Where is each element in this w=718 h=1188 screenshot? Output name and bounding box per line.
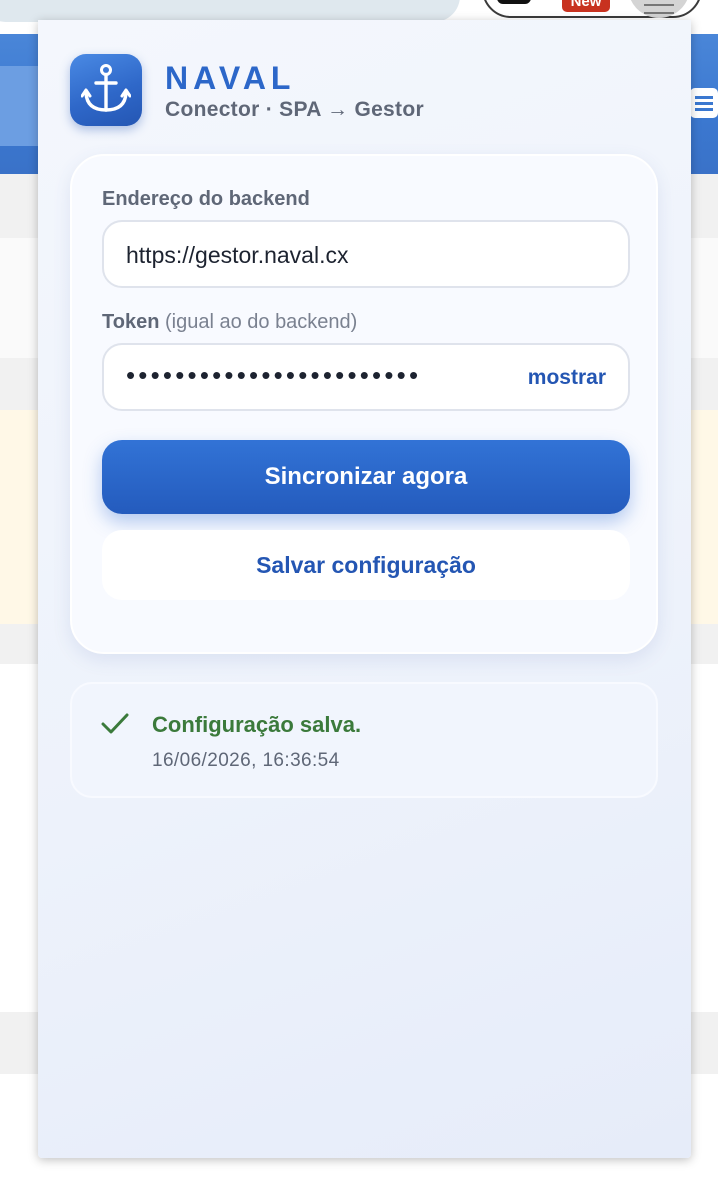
status-timestamp: 16/06/2026, 16:36:54 — [152, 750, 340, 771]
popup-header: NAVAL Conector · SPA → Gestor — [70, 54, 630, 126]
backend-url-input[interactable]: https://gestor.naval.cx — [102, 220, 630, 288]
check-icon — [100, 712, 130, 741]
list-icon[interactable] — [690, 88, 718, 118]
address-bar[interactable] — [0, 0, 460, 22]
extension-popup: NAVAL Conector · SPA → Gestor Endereço d… — [38, 20, 691, 1158]
backend-label: Endereço do backend — [102, 188, 310, 210]
token-label: Token (igual ao do backend) — [102, 311, 357, 334]
token-label-text: Token — [102, 311, 160, 333]
status-panel: Configuração salva. 16/06/2026, 16:36:54 — [70, 682, 658, 798]
extension-icon[interactable] — [497, 0, 531, 4]
show-token-toggle[interactable]: mostrar — [528, 366, 606, 390]
anchor-icon — [70, 54, 142, 126]
save-config-button[interactable]: Salvar configuração — [102, 530, 630, 600]
new-badge: New — [562, 0, 610, 12]
sync-now-button[interactable]: Sincronizar agora — [102, 440, 630, 514]
token-input[interactable]: •••••••••••••••••••••••• mostrar — [102, 343, 630, 411]
token-masked-value: •••••••••••••••••••••••• — [126, 360, 422, 390]
status-message: Configuração salva. — [152, 712, 362, 737]
app-subtitle: Conector · SPA → Gestor — [165, 98, 424, 121]
settings-card: Endereço do backend https://gestor.naval… — [70, 154, 658, 654]
token-hint: (igual ao do backend) — [164, 311, 358, 333]
app-title: NAVAL — [165, 60, 296, 96]
backend-url-value: https://gestor.naval.cx — [126, 242, 349, 268]
